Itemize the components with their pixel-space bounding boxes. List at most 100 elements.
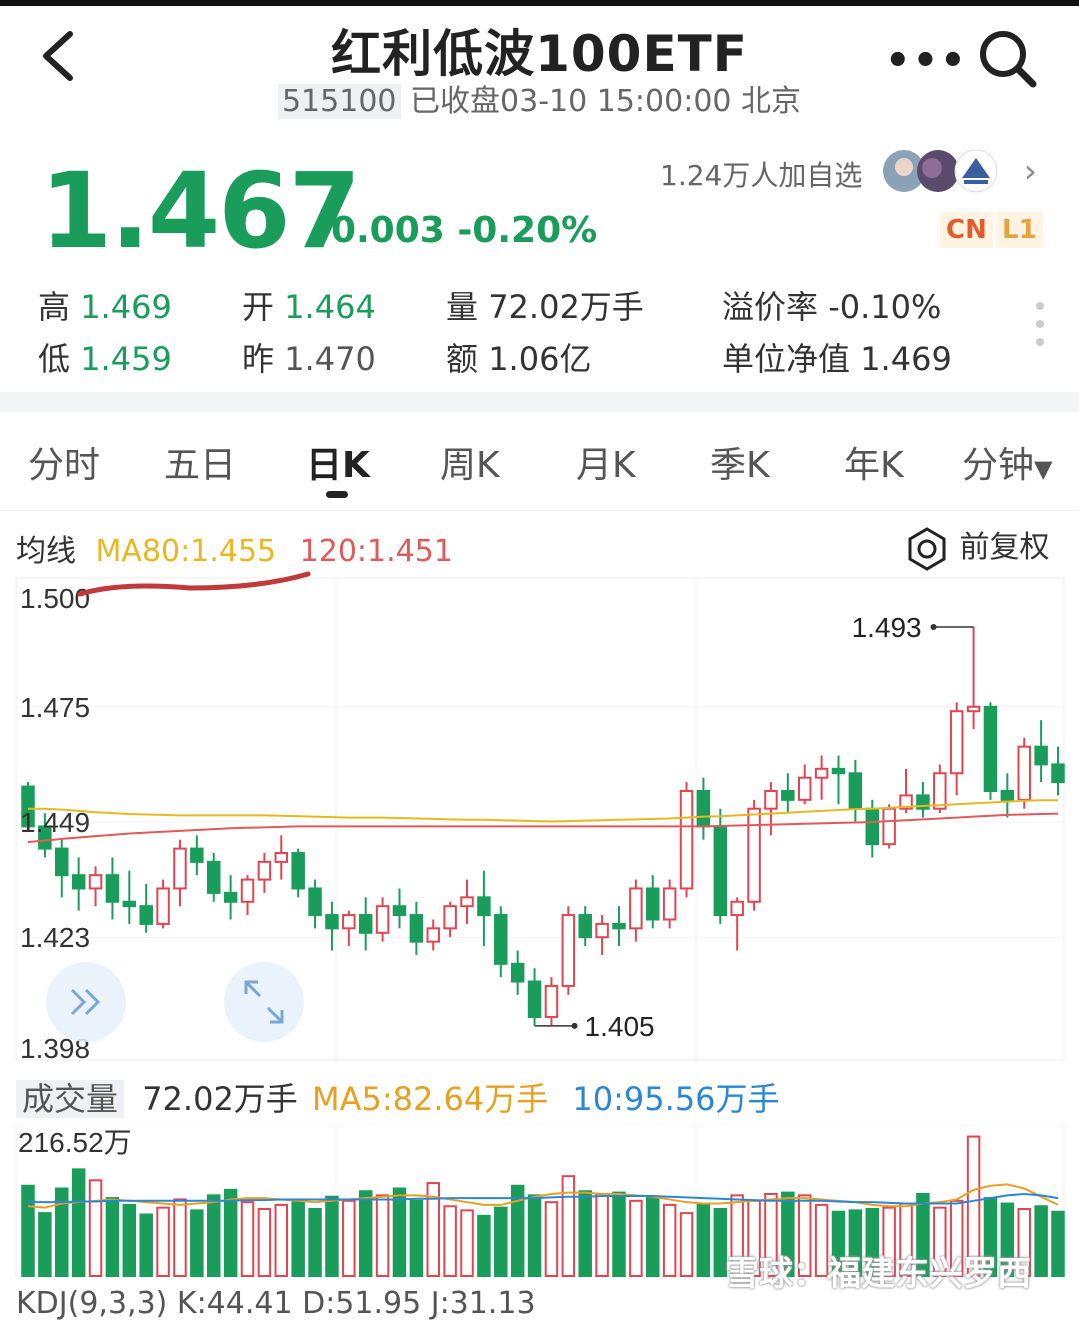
status-text: 已收盘03-10 15:00:00 北京 xyxy=(410,84,802,119)
candle-body xyxy=(308,887,322,917)
kline-chart[interactable]: 1.5001.4751.4491.4231.3981.4931.405 xyxy=(0,570,1079,1070)
volume-bar xyxy=(1051,1210,1065,1277)
volume-bar xyxy=(38,1212,52,1278)
candle-body xyxy=(409,914,424,943)
max-pointer-dot xyxy=(930,624,937,631)
y-tick-label: 1.475 xyxy=(20,692,90,723)
tab-weekly-k[interactable]: 周K xyxy=(440,436,500,488)
volume-value: 72.02万手 xyxy=(142,1080,298,1118)
stat-value: 1.459 xyxy=(80,340,172,378)
stat-value: 1.470 xyxy=(284,340,376,378)
volume-bar xyxy=(105,1197,120,1277)
volume-bar xyxy=(477,1214,491,1277)
adjust-toggle[interactable]: 前复权 xyxy=(904,522,1050,572)
stat-high: 高 1.469 xyxy=(38,282,172,328)
stat-label: 额 xyxy=(446,340,479,378)
candle-body xyxy=(190,847,204,863)
followers-count[interactable]: 1.24万人加自选 xyxy=(660,154,862,194)
max-price-label: 1.493 xyxy=(852,612,922,643)
candle-body xyxy=(696,789,711,828)
expand-icon[interactable] xyxy=(224,962,304,1042)
chevron-right-icon[interactable]: › xyxy=(1024,152,1037,190)
stat-label: 单位净值 xyxy=(722,340,851,378)
candle-body xyxy=(71,874,86,890)
stat-value: 1.06亿 xyxy=(488,340,592,378)
volume-bar xyxy=(646,1195,660,1277)
tab-quarterly-k[interactable]: 季K xyxy=(710,436,770,488)
volume-bar xyxy=(206,1194,221,1277)
candle-body xyxy=(443,905,457,930)
candle-body xyxy=(1051,763,1065,784)
candle-body xyxy=(629,887,643,930)
ma-label: 均线 xyxy=(16,534,76,569)
stat-low: 低 1.459 xyxy=(38,334,172,380)
stat-value: 72.02万手 xyxy=(488,288,644,326)
candle-body xyxy=(595,922,609,939)
stat-open: 开 1.464 xyxy=(242,282,376,328)
min-pointer-dot xyxy=(571,1022,578,1029)
vertical-dots-icon[interactable] xyxy=(1034,300,1046,350)
search-icon[interactable] xyxy=(975,26,1039,90)
ma120-line xyxy=(27,812,1059,843)
tab-yearly-k[interactable]: 年K xyxy=(844,436,904,488)
candle-body xyxy=(544,984,559,1018)
candle-body xyxy=(1034,745,1048,766)
status-strip xyxy=(0,0,1079,6)
stat-value: 1.469 xyxy=(80,288,172,326)
volume-bar xyxy=(223,1188,238,1277)
candle-body xyxy=(730,900,744,917)
volume-bar xyxy=(409,1199,424,1277)
candle-body xyxy=(240,878,255,903)
volume-bar xyxy=(392,1187,407,1277)
candle-body xyxy=(882,807,896,846)
volume-bar xyxy=(561,1175,576,1277)
badge-l1: L1 xyxy=(996,212,1043,248)
candle-body xyxy=(1017,745,1031,801)
volume-bar xyxy=(21,1184,35,1278)
candle-body xyxy=(949,710,964,775)
volume-bar xyxy=(679,1212,694,1278)
stat-label: 低 xyxy=(38,340,71,378)
change-value: -0.003 xyxy=(316,210,445,251)
stat-label: 开 xyxy=(242,288,275,326)
avatar-group[interactable] xyxy=(882,148,1002,194)
volume-bar xyxy=(443,1205,457,1277)
volume-label: 成交量 xyxy=(16,1080,125,1118)
candle-body xyxy=(831,767,846,775)
candle-body xyxy=(342,914,356,930)
candle-body xyxy=(55,847,69,877)
tab-divider xyxy=(0,510,1079,511)
stat-value: 1.464 xyxy=(284,288,376,326)
hand-underline-annotation xyxy=(77,571,311,597)
caret-down-icon: ▼ xyxy=(1034,455,1053,483)
volume-bar xyxy=(375,1194,390,1277)
more-icon[interactable]: ••• xyxy=(885,38,968,84)
volume-bar xyxy=(139,1213,153,1277)
candle-body xyxy=(578,914,592,939)
tab-minute[interactable]: 分钟▼ xyxy=(962,436,1052,488)
candle-body xyxy=(139,905,153,925)
tab-intraday[interactable]: 分时 xyxy=(28,436,100,488)
volume-max-label: 216.52万 xyxy=(18,1127,132,1158)
ma120-value: 120:1.451 xyxy=(299,534,453,569)
candle-body xyxy=(848,772,863,810)
volume-bar xyxy=(494,1206,508,1277)
candle-body xyxy=(646,887,660,921)
tab-daily-k[interactable]: 日K xyxy=(306,436,370,488)
candle-body xyxy=(612,922,626,930)
volume-legend: 成交量 72.02万手 MA5:82.64万手 10:95.56万手 xyxy=(16,1074,780,1120)
security-code: 515100 xyxy=(277,84,401,119)
candle-body xyxy=(781,789,795,801)
candle-body xyxy=(392,905,407,917)
kdj-legend: KDJ(9,3,3) K:44.41 D:51.95 J:31.13 xyxy=(16,1286,536,1321)
stat-label: 高 xyxy=(38,288,71,326)
volume-bar xyxy=(122,1203,137,1277)
candle-body xyxy=(105,874,120,903)
volume-bar xyxy=(71,1168,86,1277)
tab-five-day[interactable]: 五日 xyxy=(164,436,236,488)
double-chevron-icon[interactable] xyxy=(46,962,126,1042)
volume-bar xyxy=(460,1209,474,1277)
volume-bar xyxy=(612,1191,626,1277)
candle-body xyxy=(88,874,103,890)
tab-monthly-k[interactable]: 月K xyxy=(576,436,636,488)
